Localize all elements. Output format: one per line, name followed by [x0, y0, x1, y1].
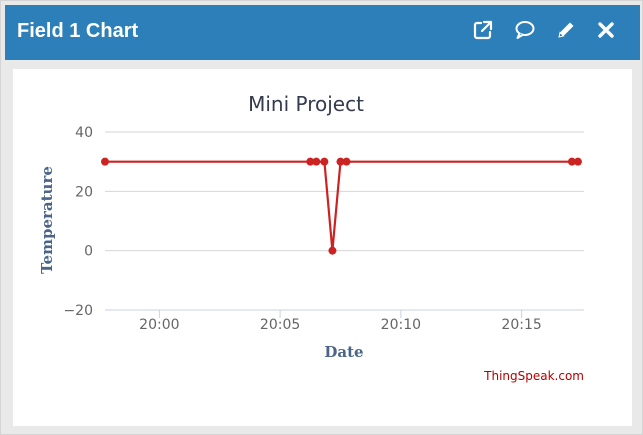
x-tick-label: 20:05	[260, 317, 300, 333]
y-axis-ticks: 40 20 0 −20	[63, 125, 93, 319]
chart-title: Mini Project	[248, 92, 364, 116]
y-tick-label: −20	[63, 303, 93, 319]
y-tick-label: 40	[75, 125, 93, 141]
chart-panel: Mini Project Temperature Date 40 20 0 −20 2…	[13, 69, 632, 426]
x-tick-label: 20:10	[381, 317, 421, 333]
data-point[interactable]	[342, 157, 351, 166]
series-temperature	[101, 157, 582, 255]
x-axis-title: Date	[324, 343, 363, 361]
y-axis-title: Temperature	[38, 166, 56, 274]
thingspeak-credit[interactable]: ThingSpeak.com	[483, 369, 584, 383]
data-point[interactable]	[573, 157, 582, 166]
pencil-icon[interactable]	[554, 18, 578, 42]
widget-title: Field 1 Chart	[17, 20, 139, 42]
external-link-icon[interactable]	[471, 18, 495, 42]
x-tick-label: 20:00	[139, 317, 179, 333]
data-point[interactable]	[320, 157, 329, 166]
comment-icon[interactable]	[513, 18, 537, 42]
series-line	[105, 160, 578, 252]
chart-widget: Field 1 Chart Mini Project Temperature D…	[0, 0, 643, 435]
data-point[interactable]	[328, 246, 337, 255]
data-point[interactable]	[312, 157, 321, 166]
line-chart: Mini Project Temperature Date 40 20 0 −20 2…	[38, 92, 584, 383]
y-tick-label: 0	[84, 244, 93, 260]
x-axis-ticks: 20:00 20:05 20:10 20:15	[139, 310, 542, 333]
data-point[interactable]	[101, 157, 109, 166]
close-icon[interactable]	[594, 18, 618, 42]
x-tick-label: 20:15	[501, 317, 541, 333]
widget-header: Field 1 Chart	[5, 5, 640, 60]
y-tick-label: 20	[75, 184, 93, 200]
